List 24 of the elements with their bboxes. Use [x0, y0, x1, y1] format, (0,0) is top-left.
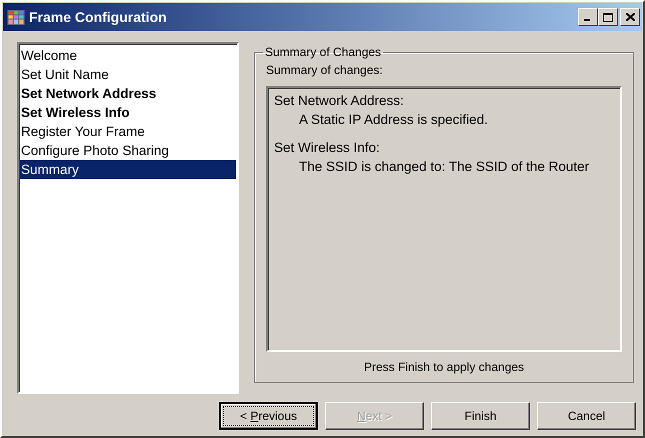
change-heading: Set Network Address: [274, 92, 405, 110]
dialog-button[interactable]: < Previous [219, 402, 318, 430]
step-item[interactable]: Configure Photo Sharing [20, 141, 236, 160]
step-item[interactable]: Summary [20, 160, 236, 179]
dialog-button[interactable]: Cancel [537, 402, 636, 430]
step-item[interactable]: Set Network Address [20, 84, 236, 103]
close-button[interactable] [620, 8, 640, 26]
step-item[interactable]: Welcome [20, 46, 236, 65]
change-detail: A Static IP Address is specified. [298, 111, 489, 129]
window-title: Frame Configuration [29, 9, 168, 25]
dialog-button[interactable]: Finish [431, 402, 530, 430]
group-title: Summary of Changes [264, 45, 382, 59]
change-detail: The SSID is changed to: The SSID of the Router [298, 158, 590, 176]
note-text: Press Finish to apply changes [362, 360, 526, 374]
minimize-button[interactable] [578, 8, 598, 26]
photo-grid-icon [7, 10, 25, 24]
caption-label: Summary of changes: [266, 63, 384, 77]
step-item[interactable]: Set Unit Name [20, 65, 236, 84]
change-heading: Set Wireless Info: [274, 139, 381, 157]
maximize-icon [603, 12, 613, 22]
close-icon [626, 13, 634, 21]
step-item[interactable]: Set Wireless Info [20, 103, 236, 122]
maximize-button[interactable] [598, 8, 618, 26]
step-item[interactable]: Register Your Frame [20, 122, 236, 141]
